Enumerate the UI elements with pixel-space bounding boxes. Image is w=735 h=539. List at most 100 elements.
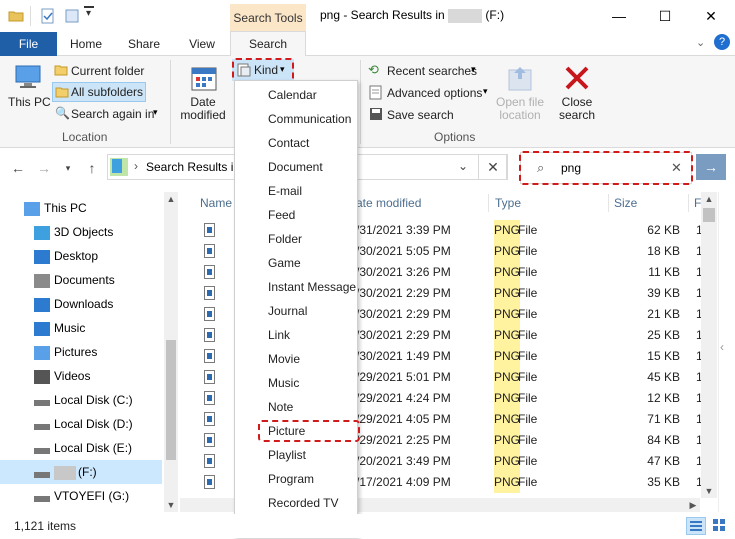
- back-button[interactable]: ←: [8, 158, 28, 178]
- 3d-objects-icon: [34, 225, 50, 240]
- png-file-icon-glyph: [207, 437, 212, 443]
- date-modified-cell: /30/2021 2:29 PM: [356, 307, 451, 321]
- size-cell: 21 KB: [647, 307, 680, 321]
- all-subfolders-button[interactable]: All subfolders: [52, 82, 146, 102]
- png-file-icon-glyph: [207, 332, 212, 338]
- nav-item[interactable]: Desktop: [0, 244, 162, 268]
- scroll-right-arrow-icon[interactable]: ▶: [686, 498, 700, 512]
- kind-menu-item[interactable]: Folder: [268, 227, 302, 251]
- expand-pane-icon[interactable]: ‹: [720, 340, 724, 354]
- nav-item[interactable]: VTOYEFI (G:): [0, 484, 162, 508]
- kind-menu-item[interactable]: Instant Message: [268, 275, 356, 299]
- nav-item[interactable]: Downloads: [0, 292, 162, 316]
- open-file-location-button[interactable]: Open file location: [494, 62, 546, 126]
- current-folder-button[interactable]: Current folder: [52, 61, 146, 81]
- scroll-down-arrow-icon[interactable]: ▼: [164, 498, 178, 512]
- column-header-size[interactable]: Size: [614, 192, 637, 214]
- usb-drive-icon: [34, 495, 50, 502]
- nav-item[interactable]: Pictures: [0, 340, 162, 364]
- folder-icon[interactable]: [8, 8, 24, 24]
- collapse-ribbon-icon[interactable]: ⌄: [696, 36, 705, 49]
- tab-search[interactable]: Search: [230, 31, 306, 57]
- tab-home[interactable]: Home: [64, 32, 108, 56]
- close-window-button[interactable]: ✕: [688, 4, 734, 28]
- advanced-options-button[interactable]: Advanced options ▾: [366, 83, 496, 103]
- minimize-button[interactable]: —: [596, 4, 642, 28]
- properties-icon[interactable]: [40, 8, 56, 24]
- content-scroll-thumb[interactable]: [703, 208, 715, 222]
- qat-dropdown-icon[interactable]: ▾: [86, 8, 91, 19]
- kind-menu-item[interactable]: Note: [268, 395, 293, 419]
- nav-item-label: Videos: [54, 369, 91, 383]
- png-file-icon: [204, 307, 215, 321]
- nav-item[interactable]: This PC: [0, 196, 162, 220]
- tab-file[interactable]: File: [0, 32, 57, 56]
- close-search-button[interactable]: Close search: [554, 62, 600, 126]
- recent-searches-button[interactable]: ⟲ Recent searches ▾: [366, 61, 496, 81]
- large-icons-view-button[interactable]: [710, 517, 730, 535]
- kind-menu-item[interactable]: Game: [268, 251, 301, 275]
- column-divider[interactable]: [688, 194, 689, 212]
- tab-share[interactable]: Share: [122, 32, 166, 56]
- kind-menu-item[interactable]: Link: [268, 323, 290, 347]
- kind-menu-item[interactable]: Document: [268, 155, 323, 179]
- chevron-down-icon[interactable]: ⌄: [458, 159, 468, 173]
- maximize-button[interactable]: ☐: [642, 4, 688, 28]
- nav-item[interactable]: Local Disk (E:): [0, 436, 162, 460]
- save-search-button[interactable]: Save search: [366, 105, 466, 125]
- kind-menu-item[interactable]: Music: [268, 371, 299, 395]
- kind-menu-item[interactable]: Program: [268, 467, 314, 491]
- kind-menu-item[interactable]: Calendar: [268, 83, 317, 107]
- drive-icon: [34, 423, 50, 430]
- nav-item-label: VTOYEFI (G:): [54, 489, 130, 503]
- help-icon[interactable]: ?: [714, 34, 730, 50]
- recent-searches-label: Recent searches: [387, 64, 478, 78]
- content-scrollbar[interactable]: [701, 192, 717, 498]
- nav-item[interactable]: Local Disk (C:): [0, 388, 162, 412]
- nav-item[interactable]: Local Disk (D:): [0, 412, 162, 436]
- column-divider[interactable]: [488, 194, 489, 212]
- kind-menu-item[interactable]: Communication: [268, 107, 351, 131]
- kind-menu-item[interactable]: E-mail: [268, 179, 302, 203]
- png-file-icon: [204, 475, 215, 489]
- ribbon-tabs: [0, 32, 735, 56]
- clear-address-button[interactable]: ✕: [478, 154, 508, 180]
- png-file-icon: [204, 349, 215, 363]
- search-again-in-button[interactable]: 🔍 Search again in ▾: [52, 104, 164, 124]
- nav-item-label: Documents: [54, 273, 115, 287]
- new-folder-icon[interactable]: [64, 8, 80, 24]
- column-header-name[interactable]: Name: [200, 192, 232, 214]
- nav-scroll-thumb[interactable]: [166, 340, 176, 460]
- nav-item[interactable]: Music: [0, 316, 162, 340]
- up-button[interactable]: ↑: [82, 158, 102, 178]
- kind-menu-item[interactable]: Contact: [268, 131, 309, 155]
- size-cell: 84 KB: [647, 433, 680, 447]
- forward-button[interactable]: →: [34, 158, 54, 178]
- save-search-label: Save search: [387, 108, 454, 122]
- nav-item[interactable]: Videos: [0, 364, 162, 388]
- tab-view[interactable]: View: [180, 32, 224, 56]
- nav-item[interactable]: (F:): [0, 460, 162, 484]
- recent-locations-icon[interactable]: ▾: [58, 158, 78, 178]
- kind-menu-item[interactable]: Journal: [268, 299, 307, 323]
- kind-menu-item[interactable]: Recorded TV: [268, 491, 338, 515]
- png-file-icon-glyph: [207, 290, 212, 296]
- date-modified-cell: /30/2021 2:29 PM: [356, 286, 451, 300]
- size-cell: 62 KB: [647, 223, 680, 237]
- png-file-icon: [204, 433, 215, 447]
- kind-menu-item[interactable]: Movie: [268, 347, 300, 371]
- scroll-up-arrow-icon[interactable]: ▲: [164, 192, 178, 206]
- this-pc-button[interactable]: This PC: [8, 62, 51, 126]
- date-modified-button[interactable]: Date modified: [174, 62, 232, 126]
- go-search-button[interactable]: →: [696, 154, 726, 180]
- details-view-button[interactable]: [686, 517, 706, 535]
- kind-menu-item[interactable]: Feed: [268, 203, 295, 227]
- nav-item[interactable]: Documents: [0, 268, 162, 292]
- nav-item[interactable]: 3D Objects: [0, 220, 162, 244]
- kind-menu-item[interactable]: Playlist: [268, 443, 306, 467]
- column-header-type[interactable]: Type: [495, 192, 521, 214]
- scroll-down-arrow-icon[interactable]: ▼: [701, 484, 717, 498]
- column-header-date-modified[interactable]: ate modified: [356, 192, 421, 214]
- scroll-up-arrow-icon[interactable]: ▲: [701, 192, 717, 206]
- column-divider[interactable]: [608, 194, 609, 212]
